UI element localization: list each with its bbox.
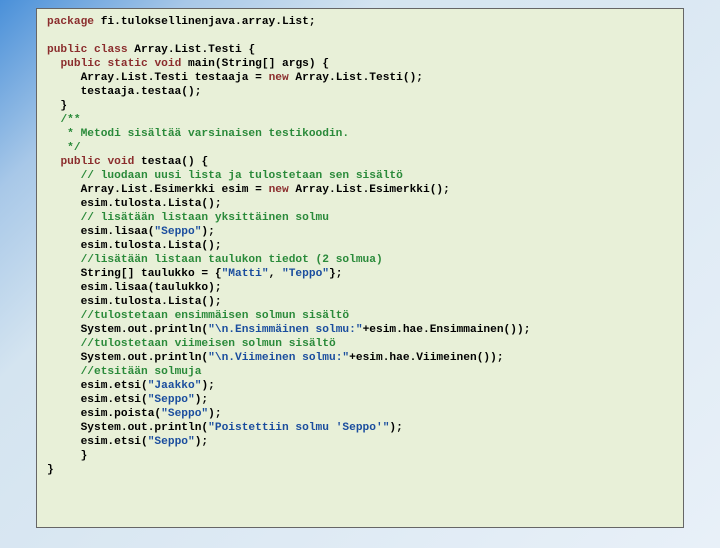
- code-block: package fi.tuloksellinenjava.array.List;…: [36, 8, 684, 528]
- keyword: public: [47, 44, 87, 56]
- keyword: static: [107, 58, 147, 70]
- source-code: package fi.tuloksellinenjava.array.List;…: [47, 15, 673, 477]
- keyword: new: [269, 72, 289, 84]
- string-literal: "\n.Ensimmäinen solmu:": [208, 324, 362, 336]
- comment: /** * Metodi sisältää varsinaisen testik…: [47, 114, 349, 154]
- keyword: void: [154, 58, 181, 70]
- string-literal: "Seppo": [154, 226, 201, 238]
- comment: //lisätään listaan taulukon tiedot (2 so…: [81, 254, 383, 266]
- keyword: new: [269, 184, 289, 196]
- keyword: public: [60, 156, 100, 168]
- string-literal: "Matti": [222, 268, 269, 280]
- string-literal: "\n.Viimeinen solmu:": [208, 352, 349, 364]
- string-literal: "Seppo": [161, 408, 208, 420]
- string-literal: "Teppo": [282, 268, 329, 280]
- keyword: public: [60, 58, 100, 70]
- keyword: void: [107, 156, 134, 168]
- keyword: class: [94, 44, 128, 56]
- comment: //tulostetaan viimeisen solmun sisältö: [81, 338, 336, 350]
- string-literal: "Jaakko": [148, 380, 202, 392]
- string-literal: "Seppo": [148, 394, 195, 406]
- string-literal: "Seppo": [148, 436, 195, 448]
- comment: // lisätään listaan yksittäinen solmu: [81, 212, 329, 224]
- comment: // luodaan uusi lista ja tulostetaan sen…: [81, 170, 403, 182]
- comment: //etsitään solmuja: [81, 366, 202, 378]
- keyword: package: [47, 16, 94, 28]
- string-literal: "Poistettiin solmu 'Seppo'": [208, 422, 389, 434]
- comment: //tulostetaan ensimmäisen solmun sisältö: [81, 310, 350, 322]
